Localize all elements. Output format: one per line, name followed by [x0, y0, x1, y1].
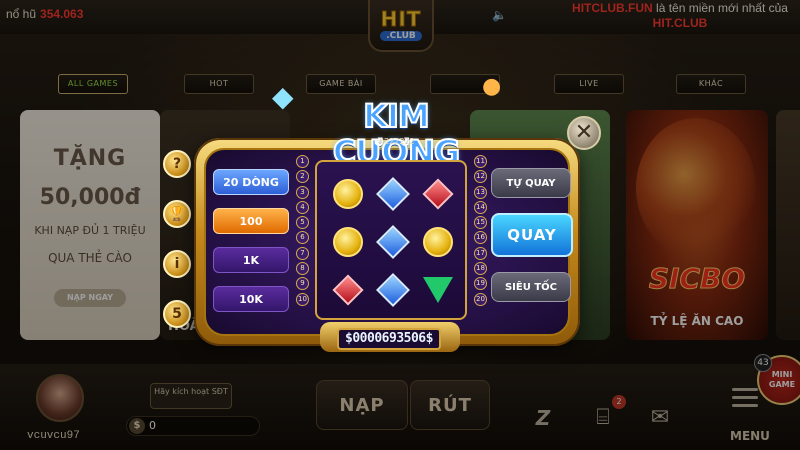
payline-number: 6: [296, 231, 309, 245]
session-id: #222222: [377, 137, 415, 146]
payline-number: 10: [296, 292, 309, 306]
coin-icon: [332, 179, 363, 209]
bet-100-button[interactable]: 100: [213, 208, 289, 234]
gem-green-icon: [423, 277, 454, 303]
payline-number: 9: [296, 277, 309, 291]
spin-button[interactable]: QUAY: [491, 213, 573, 257]
bet-10k-button[interactable]: 10K: [213, 286, 289, 312]
payline-number: 7: [296, 246, 309, 260]
reel-cell: [370, 266, 415, 314]
payline-number: 16: [474, 231, 487, 245]
history-icon[interactable]: 5: [163, 300, 191, 328]
help-icon[interactable]: ?: [163, 150, 191, 178]
payline-number: 12: [474, 170, 487, 184]
gem-blue-icon: [376, 225, 410, 259]
payline-number: 1: [296, 155, 309, 168]
auto-spin-button[interactable]: TỰ QUAY: [491, 168, 571, 198]
payline-number: 14: [474, 200, 487, 214]
payline-numbers-left: 1 2 3 4 5 6 7 8 9 10: [296, 155, 310, 308]
payline-number: 4: [296, 200, 309, 214]
reels-window: [315, 160, 467, 320]
payline-number: 13: [474, 185, 487, 199]
payline-number: 20: [474, 292, 487, 306]
close-button[interactable]: ✕: [567, 116, 601, 150]
bet-1k-button[interactable]: 1K: [213, 247, 289, 273]
slot-jackpot-display: $0000693506$: [337, 328, 441, 350]
trophy-icon[interactable]: 🏆: [163, 200, 191, 228]
reel-cell: [416, 218, 461, 266]
gem-red-icon: [332, 274, 364, 306]
payline-number: 8: [296, 262, 309, 276]
reel-cell: [416, 266, 461, 314]
payline-number: 11: [474, 155, 487, 168]
reel-cell: [370, 218, 415, 266]
lines-button[interactable]: 20 DÒNG: [213, 169, 289, 195]
coin-icon: [423, 227, 454, 257]
reel-cell: [325, 170, 370, 218]
coin-icon: [332, 227, 363, 257]
gem-blue-icon: [376, 177, 410, 211]
turbo-button[interactable]: SIÊU TỐC: [491, 272, 571, 302]
payline-number: 5: [296, 216, 309, 230]
reel-grid: [325, 170, 461, 314]
gem-red-icon: [422, 178, 454, 210]
payline-number: 17: [474, 246, 487, 260]
reel-cell: [325, 218, 370, 266]
payline-number: 15: [474, 216, 487, 230]
payline-number: 2: [296, 170, 309, 184]
payline-number: 3: [296, 185, 309, 199]
payline-number: 19: [474, 277, 487, 291]
payline-numbers-right: 11 12 13 14 15 16 17 18 19 20: [474, 155, 488, 308]
info-icon[interactable]: i: [163, 250, 191, 278]
reel-cell: [370, 170, 415, 218]
reel-cell: [416, 170, 461, 218]
payline-number: 18: [474, 262, 487, 276]
gem-blue-icon: [376, 273, 410, 307]
reel-cell: [325, 266, 370, 314]
